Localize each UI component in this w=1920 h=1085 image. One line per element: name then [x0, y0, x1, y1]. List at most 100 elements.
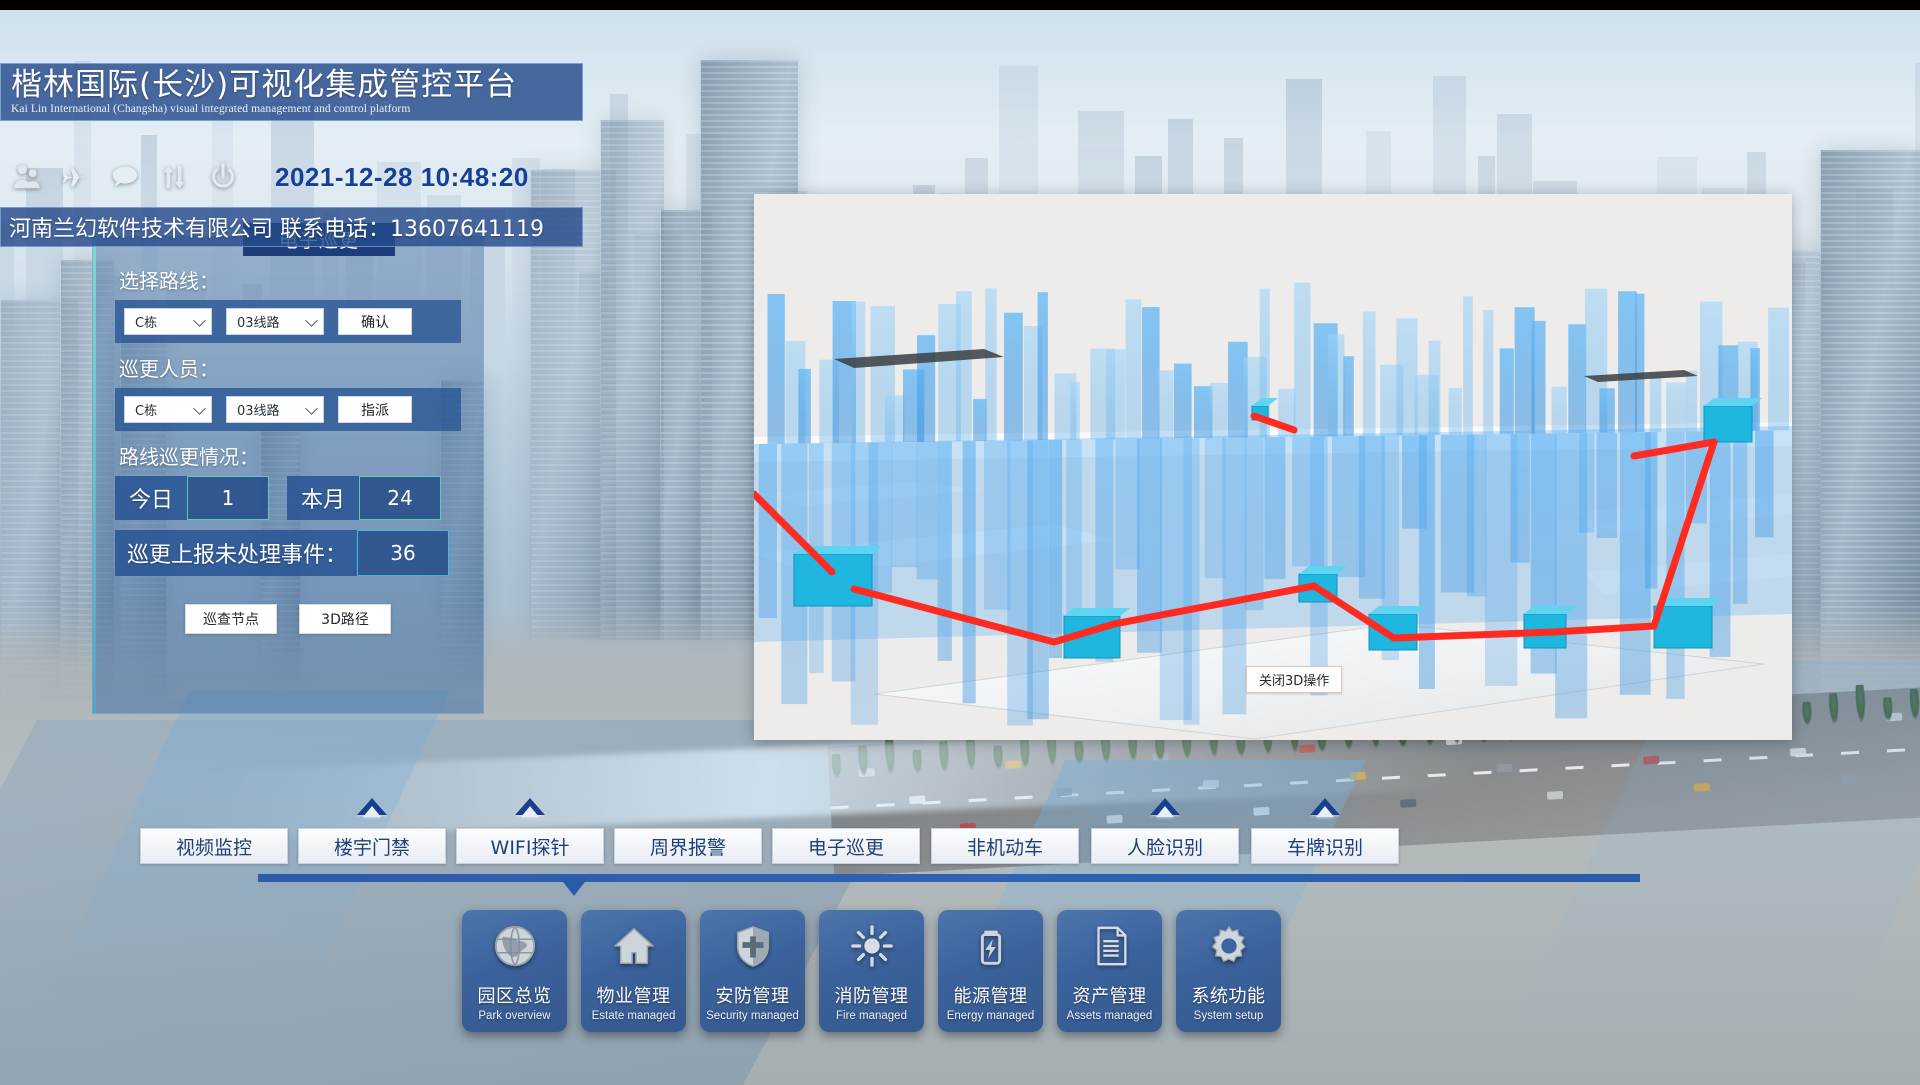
sub-tab-6[interactable]: 非机动车 [931, 828, 1079, 864]
menu-card-label-en: Estate managed [591, 1010, 676, 1022]
menu-card-document[interactable]: 资产管理 Assets managed [1057, 910, 1162, 1032]
patrol-status-label: 路线巡更情况： [119, 445, 259, 469]
staff-line-select[interactable]: 03线路 [226, 396, 324, 423]
menu-card-label-en: Security managed [706, 1010, 799, 1022]
sub-tab-1[interactable]: 视频监控 [140, 828, 288, 864]
virtual-building [1428, 340, 1441, 435]
menu-card-battery[interactable]: 能源管理 Energy managed [938, 910, 1043, 1032]
menu-card-label-en: Park overview [478, 1010, 551, 1022]
route-building-value: C栋 [135, 316, 158, 331]
virtual-building [1768, 307, 1789, 431]
menu-card-label-cn: 安防管理 [715, 986, 790, 1007]
patrol-node-marker[interactable] [1368, 613, 1418, 651]
system-clock: 2021-12-28 10:48:20 [275, 161, 529, 192]
menu-card-label-cn: 资产管理 [1072, 986, 1147, 1007]
menu-card-label-cn: 消防管理 [834, 986, 909, 1007]
tree-icon [1908, 688, 1920, 721]
3d-viewer-panel[interactable] [754, 194, 1792, 740]
tree-icon [1882, 697, 1894, 722]
menu-card-shield[interactable]: 安防管理 Security managed [700, 910, 805, 1032]
virtual-building [1004, 312, 1023, 441]
sun-icon [849, 923, 895, 974]
virtual-building [1551, 386, 1567, 434]
menu-card-gear[interactable]: 系统功能 System setup [1176, 910, 1281, 1032]
virtual-building [956, 291, 972, 442]
patrol-node-marker[interactable] [1703, 405, 1753, 443]
menu-card-globe[interactable]: 园区总览 Park overview [462, 910, 567, 1032]
menu-card-label-en: Fire managed [836, 1010, 907, 1022]
sync-arrows-icon[interactable] [159, 162, 189, 192]
sub-tab-label: 人脸识别 [1126, 836, 1203, 859]
patrol-node-top [1064, 608, 1130, 616]
chevron-down-icon [193, 313, 206, 327]
company-info-plate: 河南兰幻软件技术有限公司 联系电话：13607641119 [0, 207, 583, 247]
chevron-down-icon [193, 401, 206, 415]
virtual-building [1070, 382, 1080, 440]
sub-tab-label: 周界报警 [649, 836, 726, 859]
active-tab-caret-icon [560, 878, 588, 896]
3d-path-button[interactable]: 3D路径 [299, 604, 391, 634]
chevron-up-icon [1310, 798, 1340, 817]
virtual-building [1343, 356, 1354, 436]
virtual-building [851, 301, 866, 443]
battery-icon [968, 923, 1014, 974]
chevron-up-icon [1150, 798, 1180, 817]
patrol-staff-row: C栋 03线路 指派 [115, 388, 461, 431]
virtual-building [1294, 282, 1311, 437]
pending-events-label: 巡更上报未处理事件： [115, 530, 358, 576]
menu-card-label-en: Assets managed [1066, 1010, 1153, 1022]
route-select-row: C栋 03线路 确认 [115, 300, 461, 343]
sub-tab-2[interactable]: 楼宇门禁 [298, 828, 446, 864]
menu-card-label-en: Energy managed [946, 1010, 1035, 1022]
sub-tab-5[interactable]: 电子巡更 [772, 828, 920, 864]
background-tower [600, 120, 664, 640]
menu-card-house[interactable]: 物业管理 Estate managed [581, 910, 686, 1032]
main-menu-cards: 园区总览 Park overview 物业管理 Estate managed 安防管理 S… [462, 910, 1281, 1032]
house-icon [611, 923, 657, 974]
route-line-select[interactable]: 03线路 [226, 308, 324, 335]
virtual-building [1125, 299, 1142, 439]
tree-icon [1827, 692, 1840, 725]
staff-line-value: 03线路 [237, 404, 280, 419]
sub-tab-4[interactable]: 周界报警 [614, 828, 762, 864]
patrol-node-top [1704, 398, 1762, 406]
today-label: 今日 [115, 476, 188, 520]
staff-assign-button[interactable]: 指派 [338, 396, 412, 423]
patrol-node-marker[interactable] [1653, 605, 1713, 649]
patrol-panel: 电子巡更 选择路线： C栋 03线路 确认 巡更人员： C栋 [92, 223, 484, 714]
sub-tab-8[interactable]: 车牌识别 [1251, 828, 1399, 864]
menu-card-label-en: System setup [1193, 1010, 1264, 1022]
virtual-building [1599, 388, 1615, 433]
sub-tab-7[interactable]: 人脸识别 [1091, 828, 1239, 864]
patrol-node-marker[interactable] [793, 553, 873, 607]
sub-tab-label: 楼宇门禁 [333, 836, 410, 859]
virtual-building [1463, 296, 1473, 435]
chevron-up-icon [515, 798, 545, 817]
chevron-down-icon [305, 401, 318, 415]
virtual-building [1686, 370, 1698, 432]
pending-events-value: 36 [357, 530, 450, 576]
vehicle [1400, 798, 1417, 808]
patrol-stats-row: 今日 1 本月 24 [115, 476, 461, 520]
route-confirm-button[interactable]: 确认 [338, 308, 412, 335]
virtual-building [1362, 311, 1376, 436]
route-building-select[interactable]: C栋 [124, 308, 212, 335]
patrol-nodes-button[interactable]: 巡查节点 [185, 604, 277, 634]
close-3d-button[interactable]: 关闭3D操作 [1246, 666, 1343, 693]
page-subtitle: Kai Lin International (Changsha) visual … [11, 103, 411, 115]
route-line-value: 03线路 [237, 316, 280, 331]
users-icon[interactable] [12, 162, 42, 192]
vehicle [1840, 775, 1857, 784]
virtual-building [1635, 293, 1645, 433]
menu-card-sun[interactable]: 消防管理 Fire managed [819, 910, 924, 1032]
virtual-building [1328, 334, 1345, 437]
sub-tab-label: 电子巡更 [807, 836, 884, 859]
virtual-building [1649, 371, 1662, 432]
sub-tab-3[interactable]: WIFI探针 [456, 828, 604, 864]
3d-scene-svg [754, 194, 1792, 740]
power-icon[interactable] [208, 162, 238, 192]
staff-building-select[interactable]: C栋 [124, 396, 212, 423]
airplane-icon[interactable] [61, 162, 91, 192]
document-icon [1087, 923, 1133, 974]
chat-bubble-icon[interactable] [110, 162, 140, 192]
